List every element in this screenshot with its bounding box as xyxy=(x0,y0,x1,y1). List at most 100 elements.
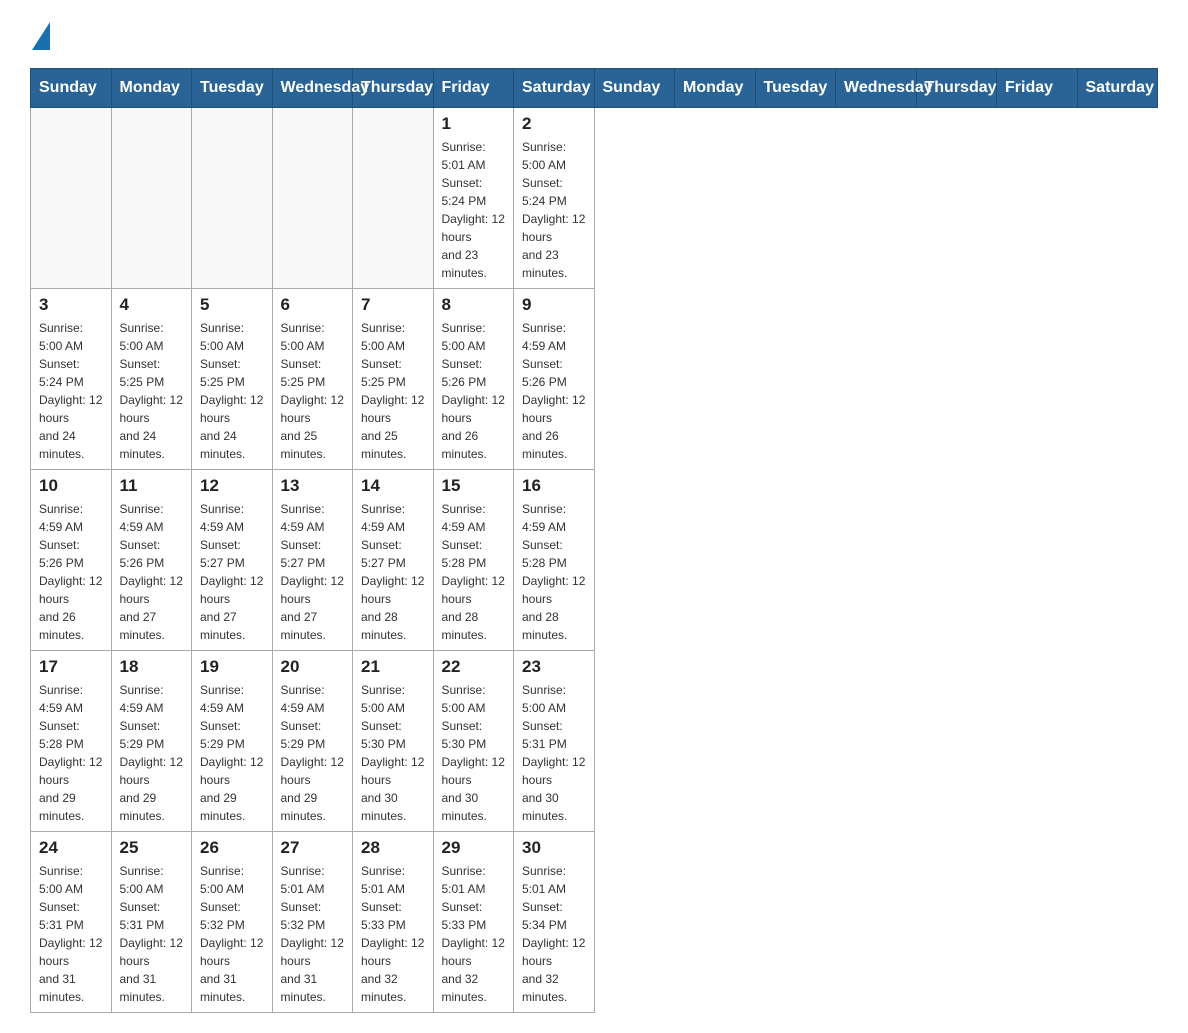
calendar-cell: 15 Sunrise: 4:59 AMSunset: 5:28 PMDayligh… xyxy=(433,470,514,651)
day-info: Sunrise: 4:59 AMSunset: 5:26 PMDaylight:… xyxy=(120,500,184,644)
day-number: 3 xyxy=(39,295,103,315)
day-info: Sunrise: 5:00 AMSunset: 5:24 PMDaylight:… xyxy=(522,138,586,282)
day-number: 23 xyxy=(522,657,586,677)
calendar-week-row: 1 Sunrise: 5:01 AMSunset: 5:24 PMDaylight… xyxy=(31,108,1158,289)
day-info: Sunrise: 5:00 AMSunset: 5:25 PMDaylight:… xyxy=(200,319,264,463)
day-info: Sunrise: 5:00 AMSunset: 5:30 PMDaylight:… xyxy=(361,681,425,825)
day-info: Sunrise: 4:59 AMSunset: 5:27 PMDaylight:… xyxy=(281,500,345,644)
calendar-cell: 2 Sunrise: 5:00 AMSunset: 5:24 PMDaylight… xyxy=(514,108,595,289)
day-info: Sunrise: 5:00 AMSunset: 5:25 PMDaylight:… xyxy=(120,319,184,463)
day-info: Sunrise: 5:00 AMSunset: 5:31 PMDaylight:… xyxy=(120,862,184,1006)
calendar-week-row: 10 Sunrise: 4:59 AMSunset: 5:26 PMDayligh… xyxy=(31,470,1158,651)
day-number: 13 xyxy=(281,476,345,496)
day-info: Sunrise: 4:59 AMSunset: 5:28 PMDaylight:… xyxy=(442,500,506,644)
calendar-week-row: 24 Sunrise: 5:00 AMSunset: 5:31 PMDayligh… xyxy=(31,832,1158,1013)
column-header-tuesday: Tuesday xyxy=(755,69,836,108)
day-info: Sunrise: 5:00 AMSunset: 5:32 PMDaylight:… xyxy=(200,862,264,1006)
column-header-sunday: Sunday xyxy=(31,69,112,108)
calendar-cell: 27 Sunrise: 5:01 AMSunset: 5:32 PMDayligh… xyxy=(272,832,353,1013)
day-info: Sunrise: 4:59 AMSunset: 5:26 PMDaylight:… xyxy=(522,319,586,463)
calendar-cell xyxy=(111,108,192,289)
day-number: 26 xyxy=(200,838,264,858)
calendar-cell: 9 Sunrise: 4:59 AMSunset: 5:26 PMDaylight… xyxy=(514,289,595,470)
day-number: 30 xyxy=(522,838,586,858)
calendar-table: SundayMondayTuesdayWednesdayThursdayFrid… xyxy=(30,68,1158,1013)
calendar-cell: 28 Sunrise: 5:01 AMSunset: 5:33 PMDayligh… xyxy=(353,832,434,1013)
day-info: Sunrise: 5:00 AMSunset: 5:30 PMDaylight:… xyxy=(442,681,506,825)
day-number: 12 xyxy=(200,476,264,496)
calendar-cell: 18 Sunrise: 4:59 AMSunset: 5:29 PMDayligh… xyxy=(111,651,192,832)
day-number: 27 xyxy=(281,838,345,858)
column-header-wednesday: Wednesday xyxy=(836,69,917,108)
calendar-cell: 29Sunrise: 5:01 AMSunset: 5:33 PMDayligh… xyxy=(433,832,514,1013)
day-info: Sunrise: 5:01 AMSunset: 5:34 PMDaylight:… xyxy=(522,862,586,1006)
calendar-cell: 1 Sunrise: 5:01 AMSunset: 5:24 PMDaylight… xyxy=(433,108,514,289)
column-header-friday: Friday xyxy=(997,69,1078,108)
calendar-cell: 19 Sunrise: 4:59 AMSunset: 5:29 PMDayligh… xyxy=(192,651,273,832)
day-info: Sunrise: 4:59 AMSunset: 5:27 PMDaylight:… xyxy=(361,500,425,644)
day-info: Sunrise: 4:59 AMSunset: 5:27 PMDaylight:… xyxy=(200,500,264,644)
calendar-cell: 6 Sunrise: 5:00 AMSunset: 5:25 PMDaylight… xyxy=(272,289,353,470)
calendar-cell: 13 Sunrise: 4:59 AMSunset: 5:27 PMDayligh… xyxy=(272,470,353,651)
day-info: Sunrise: 5:00 AMSunset: 5:31 PMDaylight:… xyxy=(39,862,103,1006)
day-number: 20 xyxy=(281,657,345,677)
day-number: 9 xyxy=(522,295,586,315)
day-number: 11 xyxy=(120,476,184,496)
day-number: 15 xyxy=(442,476,506,496)
logo xyxy=(30,20,52,48)
day-number: 18 xyxy=(120,657,184,677)
day-number: 17 xyxy=(39,657,103,677)
day-info: Sunrise: 5:00 AMSunset: 5:26 PMDaylight:… xyxy=(442,319,506,463)
page-header xyxy=(30,20,1158,48)
day-number: 28 xyxy=(361,838,425,858)
calendar-cell: 26 Sunrise: 5:00 AMSunset: 5:32 PMDayligh… xyxy=(192,832,273,1013)
column-header-thursday: Thursday xyxy=(916,69,997,108)
calendar-cell: 8 Sunrise: 5:00 AMSunset: 5:26 PMDaylight… xyxy=(433,289,514,470)
day-info: Sunrise: 4:59 AMSunset: 5:28 PMDaylight:… xyxy=(522,500,586,644)
day-number: 1 xyxy=(442,114,506,134)
day-info: Sunrise: 5:00 AMSunset: 5:31 PMDaylight:… xyxy=(522,681,586,825)
calendar-cell: 7 Sunrise: 5:00 AMSunset: 5:25 PMDaylight… xyxy=(353,289,434,470)
day-info: Sunrise: 5:01 AMSunset: 5:32 PMDaylight:… xyxy=(281,862,345,1006)
calendar-cell: 14 Sunrise: 4:59 AMSunset: 5:27 PMDayligh… xyxy=(353,470,434,651)
day-info: Sunrise: 5:00 AMSunset: 5:25 PMDaylight:… xyxy=(361,319,425,463)
calendar-cell: 16 Sunrise: 4:59 AMSunset: 5:28 PMDayligh… xyxy=(514,470,595,651)
day-number: 14 xyxy=(361,476,425,496)
day-info: Sunrise: 4:59 AMSunset: 5:29 PMDaylight:… xyxy=(200,681,264,825)
day-info: Sunrise: 4:59 AMSunset: 5:26 PMDaylight:… xyxy=(39,500,103,644)
day-number: 2 xyxy=(522,114,586,134)
calendar-cell: 22Sunrise: 5:00 AMSunset: 5:30 PMDayligh… xyxy=(433,651,514,832)
calendar-cell: 23 Sunrise: 5:00 AMSunset: 5:31 PMDayligh… xyxy=(514,651,595,832)
day-info: Sunrise: 4:59 AMSunset: 5:29 PMDaylight:… xyxy=(120,681,184,825)
calendar-week-row: 17Sunrise: 4:59 AMSunset: 5:28 PMDayligh… xyxy=(31,651,1158,832)
calendar-cell: 21 Sunrise: 5:00 AMSunset: 5:30 PMDayligh… xyxy=(353,651,434,832)
calendar-week-row: 3Sunrise: 5:00 AMSunset: 5:24 PMDaylight… xyxy=(31,289,1158,470)
day-number: 19 xyxy=(200,657,264,677)
day-number: 10 xyxy=(39,476,103,496)
calendar-cell: 10 Sunrise: 4:59 AMSunset: 5:26 PMDayligh… xyxy=(31,470,112,651)
calendar-cell: 3Sunrise: 5:00 AMSunset: 5:24 PMDaylight… xyxy=(31,289,112,470)
day-number: 6 xyxy=(281,295,345,315)
day-info: Sunrise: 5:01 AMSunset: 5:24 PMDaylight:… xyxy=(442,138,506,282)
calendar-cell: 11 Sunrise: 4:59 AMSunset: 5:26 PMDayligh… xyxy=(111,470,192,651)
calendar-cell xyxy=(192,108,273,289)
calendar-cell xyxy=(353,108,434,289)
calendar-cell: 12 Sunrise: 4:59 AMSunset: 5:27 PMDayligh… xyxy=(192,470,273,651)
day-info: Sunrise: 4:59 AMSunset: 5:29 PMDaylight:… xyxy=(281,681,345,825)
calendar-header-row: SundayMondayTuesdayWednesdayThursdayFrid… xyxy=(31,69,1158,108)
calendar-cell: 4Sunrise: 5:00 AMSunset: 5:25 PMDaylight… xyxy=(111,289,192,470)
day-info: Sunrise: 5:00 AMSunset: 5:25 PMDaylight:… xyxy=(281,319,345,463)
column-header-saturday: Saturday xyxy=(1077,69,1158,108)
column-header-tuesday: Tuesday xyxy=(192,69,273,108)
day-number: 7 xyxy=(361,295,425,315)
day-number: 29 xyxy=(442,838,506,858)
day-number: 24 xyxy=(39,838,103,858)
day-info: Sunrise: 5:01 AMSunset: 5:33 PMDaylight:… xyxy=(361,862,425,1006)
day-number: 21 xyxy=(361,657,425,677)
column-header-wednesday: Wednesday xyxy=(272,69,353,108)
calendar-cell: 25Sunrise: 5:00 AMSunset: 5:31 PMDayligh… xyxy=(111,832,192,1013)
column-header-monday: Monday xyxy=(111,69,192,108)
day-number: 8 xyxy=(442,295,506,315)
day-number: 16 xyxy=(522,476,586,496)
calendar-cell xyxy=(272,108,353,289)
